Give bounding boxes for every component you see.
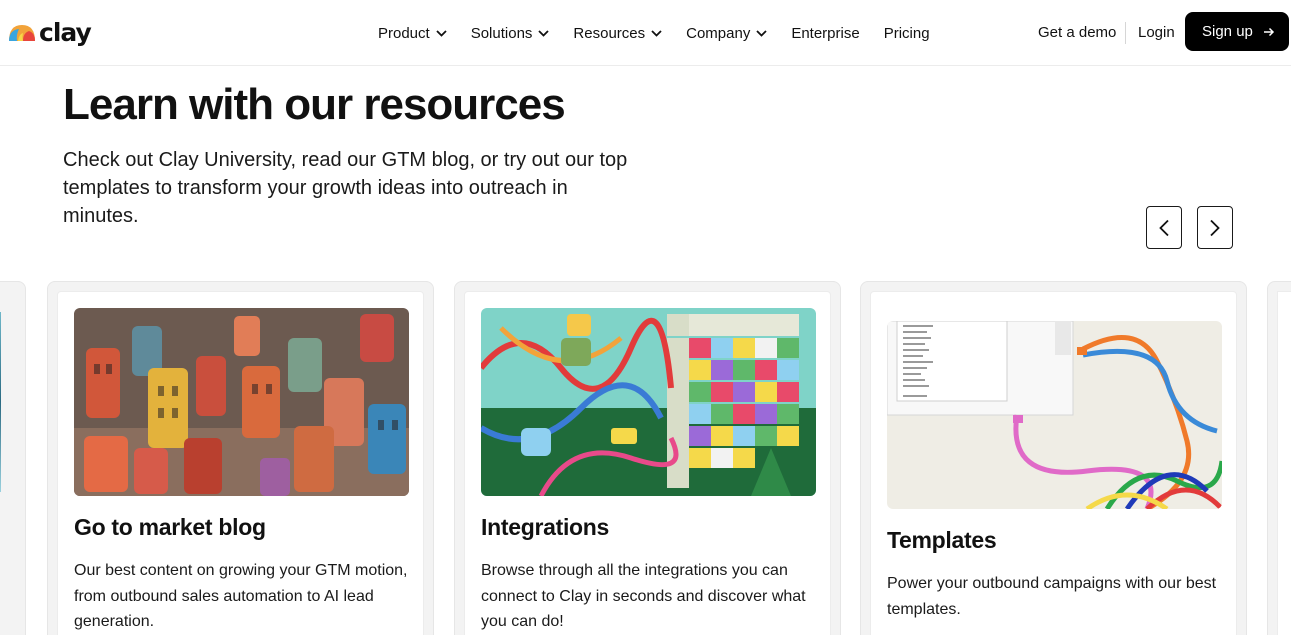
get-demo-link[interactable]: Get a demo <box>1038 22 1116 44</box>
nav-pricing-label: Pricing <box>883 24 930 42</box>
card-title: Go to market blog <box>74 514 266 540</box>
login-link[interactable]: Login <box>1138 22 1175 44</box>
card-image-blocks <box>481 308 816 496</box>
resource-card-integrations[interactable]: Integrations Browse through all the inte… <box>454 281 841 635</box>
card-inner: Templates Power your outbound campaigns … <box>870 291 1237 635</box>
partial-card-left[interactable] <box>0 281 26 635</box>
card-image-city <box>74 308 409 496</box>
clay-logo-icon <box>7 21 37 43</box>
nav-product-label: Product <box>378 24 430 42</box>
chevron-down-icon <box>651 29 662 37</box>
chevron-down-icon <box>436 29 447 37</box>
card-inner: Go to market blog Our best content on gr… <box>57 291 424 635</box>
nav-solutions[interactable]: Solutions <box>471 22 550 44</box>
partial-card-image-edge <box>0 312 1 492</box>
signup-button[interactable]: Sign up <box>1185 12 1289 51</box>
chevron-down-icon <box>538 29 550 37</box>
site-header: clay Product Solutions Resources Company… <box>0 0 1291 66</box>
nav-resources[interactable]: Resources <box>573 22 662 44</box>
nav-company[interactable]: Company <box>686 22 767 44</box>
nav-company-label: Company <box>686 24 751 42</box>
carousel-prev-button[interactable] <box>1146 206 1182 249</box>
partial-card-right[interactable] <box>1267 281 1291 635</box>
card-title: Integrations <box>481 514 610 540</box>
carousel-next-button[interactable] <box>1197 206 1233 249</box>
card-description: Our best content on growing your GTM mot… <box>74 562 408 630</box>
nav-pricing[interactable]: Pricing <box>884 22 930 44</box>
chevron-down-icon <box>756 29 767 37</box>
section-title: Learn with our resources <box>63 80 566 129</box>
arrow-right-icon <box>1263 27 1274 36</box>
chevron-right-icon <box>1210 219 1220 236</box>
nav-solutions-label: Solutions <box>470 24 533 42</box>
card-inner: Integrations Browse through all the inte… <box>464 291 831 635</box>
card-description: Browse through all the integrations you … <box>481 562 806 630</box>
partial-card-inner <box>1277 291 1291 635</box>
section-subtitle: Check out Clay University, read our GTM … <box>63 149 628 227</box>
logo-wordmark: clay <box>39 17 92 47</box>
main-nav: Product Solutions Resources Company Ente… <box>378 22 954 44</box>
card-title: Templates <box>887 527 997 553</box>
resource-card-templates[interactable]: Templates Power your outbound campaigns … <box>860 281 1247 635</box>
card-description: Power your outbound campaigns with our b… <box>887 575 1217 618</box>
resource-card-blog[interactable]: Go to market blog Our best content on gr… <box>47 281 434 635</box>
header-divider <box>1125 22 1126 44</box>
nav-enterprise[interactable]: Enterprise <box>791 22 859 44</box>
clay-logo[interactable]: clay <box>7 17 92 47</box>
chevron-left-icon <box>1159 219 1169 236</box>
nav-enterprise-label: Enterprise <box>791 24 860 42</box>
card-image-cables <box>887 321 1222 509</box>
signup-label: Sign up <box>1202 23 1253 40</box>
nav-resources-label: Resources <box>573 24 646 42</box>
nav-product[interactable]: Product <box>378 22 447 44</box>
